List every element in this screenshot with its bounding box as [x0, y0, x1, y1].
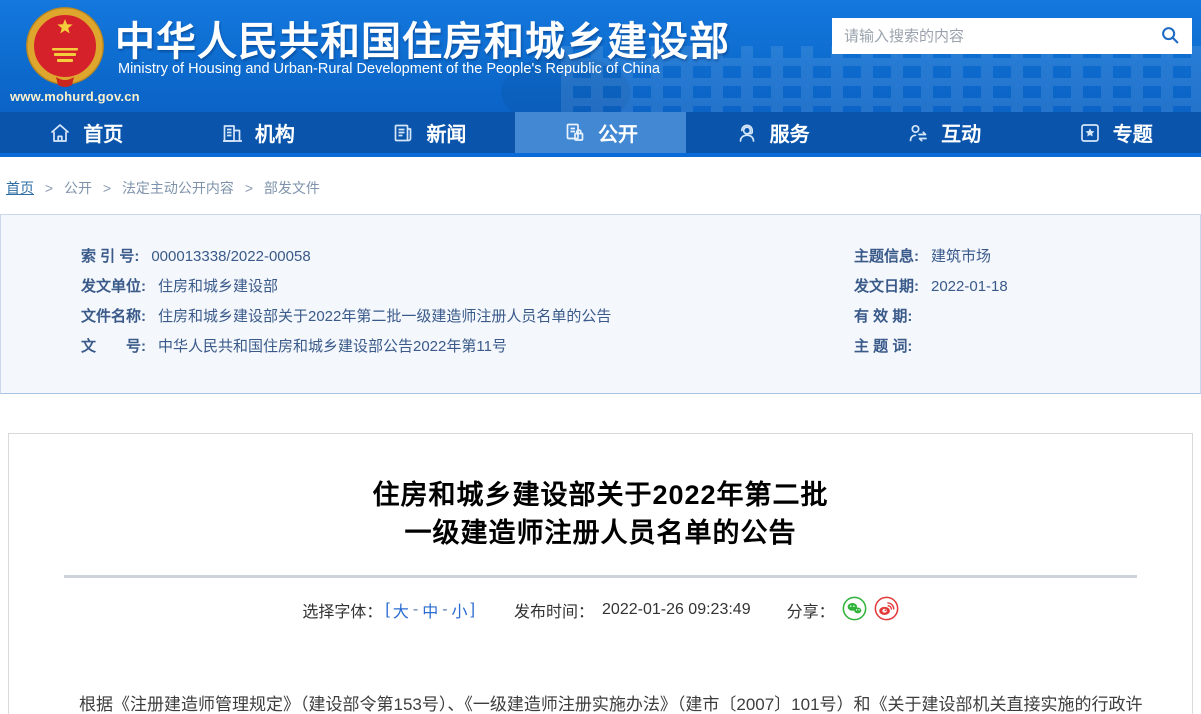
- nav-item-home[interactable]: 首页: [0, 112, 172, 153]
- interact-icon: [906, 121, 930, 145]
- breadcrumb-separator: >: [45, 180, 53, 196]
- nav-item-open[interactable]: 公开: [515, 112, 687, 153]
- document-info-box: 索 引 号: 000013338/2022-00058 发文单位: 住房和城乡建设部…: [0, 214, 1201, 394]
- row-index-number: 索 引 号: 000013338/2022-00058: [81, 242, 854, 272]
- row-issuing-unit: 发文单位: 住房和城乡建设部: [81, 272, 854, 302]
- info-value: 住房和城乡建设部: [158, 278, 278, 295]
- breadcrumb: 首页 > 公开 > 法定主动公开内容 > 部发文件: [0, 157, 1201, 214]
- home-icon: [48, 121, 72, 145]
- nav-label: 服务: [770, 118, 810, 147]
- breadcrumb-item-documents: 部发文件: [264, 180, 320, 196]
- row-document-title: 文件名称: 住房和城乡建设部关于2022年第二批一级建造师注册人员名单的公告: [81, 302, 854, 332]
- news-icon: [391, 121, 415, 145]
- nav-item-interact[interactable]: 互动: [858, 112, 1030, 153]
- breadcrumb-item-statutory: 法定主动公开内容: [122, 180, 234, 196]
- article-meta-bar: 选择字体： [ 大 - 中 - 小 ] 发布时间： 2022-01-26 09:…: [9, 596, 1192, 624]
- info-value: 建筑市场: [931, 248, 991, 265]
- national-emblem-icon: [26, 7, 104, 87]
- breadcrumb-link-home[interactable]: 首页: [6, 180, 34, 196]
- font-size-medium-button[interactable]: 中: [422, 598, 438, 622]
- document-info-right-column: 主题信息: 建筑市场 发文日期: 2022-01-18 有 效 期: 主 题 词:: [854, 242, 1200, 393]
- info-label: 文 号:: [81, 338, 146, 355]
- nav-label: 机构: [255, 118, 295, 147]
- search-bar: [832, 18, 1192, 54]
- article-title-line1: 住房和城乡建设部关于2022年第二批: [9, 476, 1192, 514]
- font-size-label: 选择字体：: [302, 598, 382, 622]
- site-header: www.mohurd.gov.cn 中华人民共和国住房和城乡建设部 Minist…: [0, 0, 1201, 112]
- title-divider: [64, 575, 1137, 578]
- row-document-number: 文 号: 中华人民共和国住房和城乡建设部公告2022年第11号: [81, 332, 854, 362]
- search-button[interactable]: [1148, 18, 1192, 54]
- font-size-bracket-open: [: [385, 601, 389, 619]
- document-info-left-column: 索 引 号: 000013338/2022-00058 发文单位: 住房和城乡建设部…: [81, 242, 854, 393]
- site-url: www.mohurd.gov.cn: [10, 89, 140, 104]
- info-value: 000013338/2022-00058: [151, 248, 310, 265]
- font-size-bracket-close: ]: [471, 601, 475, 619]
- article-body-paragraph: 根据《注册建造师管理规定》（建设部令第153号）、《一级建造师注册实施办法》（建…: [9, 690, 1192, 714]
- info-label: 发文日期:: [854, 278, 919, 295]
- publish-time-label: 发布时间：: [514, 598, 594, 622]
- gov-open-icon: [563, 121, 587, 145]
- breadcrumb-item-open: 公开: [64, 180, 92, 196]
- row-issue-date: 发文日期: 2022-01-18: [854, 272, 1200, 302]
- info-label: 有 效 期:: [854, 308, 912, 325]
- info-value: 住房和城乡建设部关于2022年第二批一级建造师注册人员名单的公告: [158, 308, 611, 325]
- font-size-large-button[interactable]: 大: [393, 598, 409, 622]
- nav-label: 公开: [598, 118, 638, 147]
- font-size-small-button[interactable]: 小: [452, 598, 468, 622]
- weibo-icon: [874, 596, 899, 624]
- info-label: 主题信息:: [854, 248, 919, 265]
- breadcrumb-separator: >: [103, 180, 111, 196]
- nav-label: 首页: [83, 118, 123, 147]
- site-subtitle: Ministry of Housing and Urban-Rural Deve…: [118, 61, 660, 77]
- info-value: 中华人民共和国住房和城乡建设部公告2022年第11号: [158, 338, 507, 355]
- breadcrumb-separator: >: [245, 180, 253, 196]
- font-size-dash: -: [413, 601, 418, 619]
- search-icon: [1159, 24, 1181, 49]
- topic-icon: [1078, 121, 1102, 145]
- article-title: 住房和城乡建设部关于2022年第二批 一级建造师注册人员名单的公告: [9, 476, 1192, 552]
- search-input[interactable]: [832, 18, 1148, 54]
- wechat-share-button[interactable]: [842, 596, 867, 624]
- article-panel: 住房和城乡建设部关于2022年第二批 一级建造师注册人员名单的公告 选择字体： …: [8, 433, 1193, 714]
- info-label: 发文单位:: [81, 278, 146, 295]
- main-nav: 首页 机构 新闻 公开: [0, 112, 1201, 157]
- info-label: 主 题 词:: [854, 338, 912, 355]
- weibo-share-button[interactable]: [874, 596, 899, 624]
- font-size-dash: -: [442, 601, 447, 619]
- wechat-icon: [842, 596, 867, 624]
- nav-item-topic[interactable]: 专题: [1029, 112, 1201, 153]
- nav-item-service[interactable]: 服务: [686, 112, 858, 153]
- info-value: 2022-01-18: [931, 278, 1008, 295]
- row-validity: 有 效 期:: [854, 302, 1200, 332]
- row-keywords: 主 题 词:: [854, 332, 1200, 362]
- share-label: 分享：: [787, 598, 835, 622]
- row-topic-info: 主题信息: 建筑市场: [854, 242, 1200, 272]
- nav-label: 新闻: [426, 118, 466, 147]
- nav-item-news[interactable]: 新闻: [343, 112, 515, 153]
- info-label: 索 引 号:: [81, 248, 139, 265]
- org-icon: [220, 121, 244, 145]
- nav-item-org[interactable]: 机构: [172, 112, 344, 153]
- site-title: 中华人民共和国住房和城乡建设部: [115, 9, 730, 67]
- service-icon: [735, 121, 759, 145]
- article-title-line2: 一级建造师注册人员名单的公告: [9, 514, 1192, 552]
- info-label: 文件名称:: [81, 308, 146, 325]
- nav-label: 专题: [1113, 118, 1153, 147]
- nav-label: 互动: [941, 118, 981, 147]
- publish-time-value: 2022-01-26 09:23:49: [602, 601, 751, 619]
